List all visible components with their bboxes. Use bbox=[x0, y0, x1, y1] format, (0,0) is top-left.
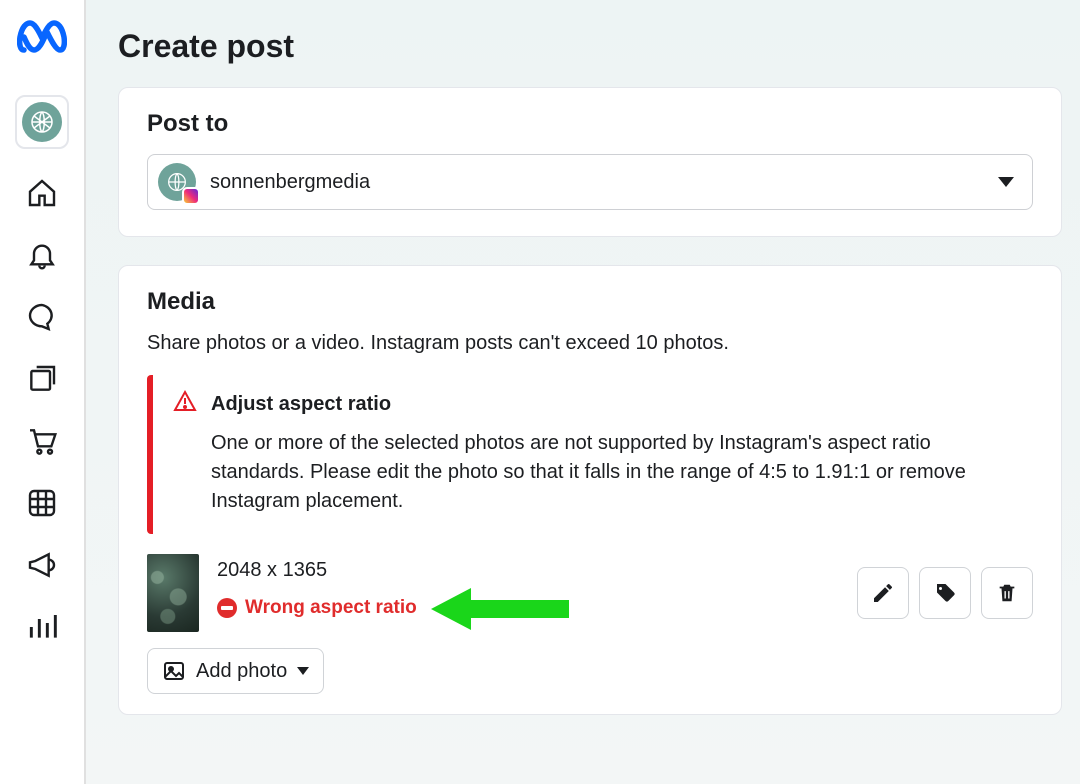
media-thumbnail[interactable] bbox=[147, 554, 199, 632]
meta-logo[interactable] bbox=[17, 20, 67, 59]
warning-body: One or more of the selected photos are n… bbox=[173, 429, 1015, 516]
post-to-label: Post to bbox=[147, 110, 1033, 138]
media-dimensions: 2048 x 1365 bbox=[217, 559, 839, 582]
tag-media-button[interactable] bbox=[919, 567, 971, 619]
media-error: Wrong aspect ratio bbox=[217, 588, 839, 628]
stop-icon bbox=[217, 598, 237, 618]
home-icon[interactable] bbox=[24, 175, 60, 211]
add-photo-button[interactable]: Add photo bbox=[147, 648, 324, 694]
pages-icon[interactable] bbox=[24, 361, 60, 397]
account-avatar-icon bbox=[158, 163, 196, 201]
add-photo-label: Add photo bbox=[196, 660, 287, 683]
annotation-arrow-icon bbox=[431, 588, 571, 628]
media-item-row: 2048 x 1365 Wrong aspect ratio bbox=[147, 554, 1033, 632]
image-icon bbox=[162, 659, 186, 683]
media-error-text: Wrong aspect ratio bbox=[245, 597, 417, 619]
main-content: Create post Post to sonnenbergmedia Medi… bbox=[86, 0, 1080, 784]
bars-icon[interactable] bbox=[24, 609, 60, 645]
grid-icon[interactable] bbox=[24, 485, 60, 521]
instagram-badge-icon bbox=[182, 187, 200, 205]
media-subtitle: Share photos or a video. Instagram posts… bbox=[147, 332, 1033, 355]
bell-icon[interactable] bbox=[24, 237, 60, 273]
page-title: Create post bbox=[118, 28, 1062, 65]
media-label: Media bbox=[147, 288, 1033, 316]
warning-title: Adjust aspect ratio bbox=[211, 393, 391, 416]
aspect-ratio-warning: Adjust aspect ratio One or more of the s… bbox=[147, 375, 1033, 534]
delete-media-button[interactable] bbox=[981, 567, 1033, 619]
megaphone-icon[interactable] bbox=[24, 547, 60, 583]
account-name: sonnenbergmedia bbox=[210, 171, 370, 194]
post-to-card: Post to sonnenbergmedia bbox=[118, 87, 1062, 237]
warning-triangle-icon bbox=[173, 389, 197, 419]
chat-icon[interactable] bbox=[24, 299, 60, 335]
left-sidebar bbox=[0, 0, 86, 784]
chevron-down-icon bbox=[998, 177, 1014, 187]
cart-icon[interactable] bbox=[24, 423, 60, 459]
account-dropdown[interactable]: sonnenbergmedia bbox=[147, 154, 1033, 210]
chevron-down-icon bbox=[297, 667, 309, 675]
profile-avatar-icon bbox=[22, 102, 62, 142]
edit-media-button[interactable] bbox=[857, 567, 909, 619]
profile-selector[interactable] bbox=[15, 95, 69, 149]
media-card: Media Share photos or a video. Instagram… bbox=[118, 265, 1062, 715]
